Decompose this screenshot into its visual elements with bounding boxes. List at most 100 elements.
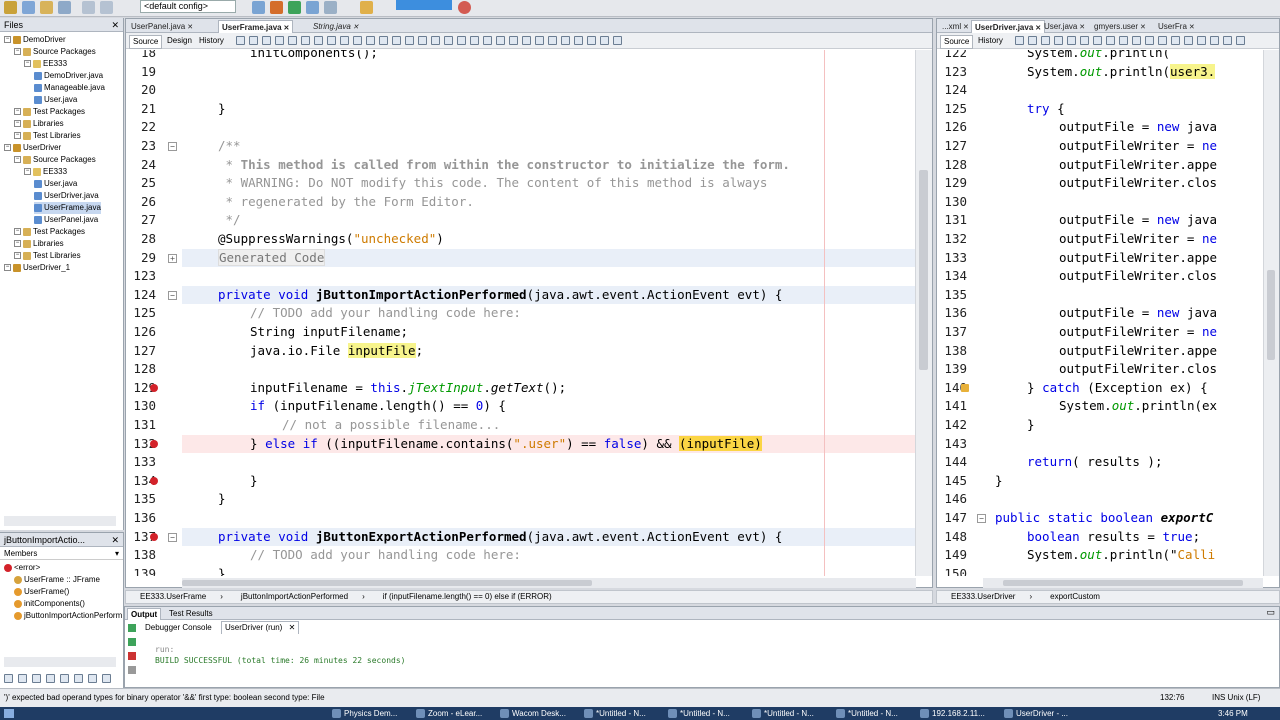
- close-icon[interactable]: ✕: [1187, 24, 1195, 31]
- tree-node[interactable]: − UserDriver: [4, 142, 61, 154]
- code-line[interactable]: outputFileWriter.clos: [1059, 267, 1217, 286]
- tree-node[interactable]: User.java: [34, 94, 77, 106]
- editor-tab[interactable]: gmyers.user ✕: [1091, 20, 1149, 33]
- history-tab[interactable]: History: [975, 35, 1006, 47]
- toolbar-action-icon[interactable]: [249, 36, 258, 45]
- files-tab[interactable]: Files ✕: [0, 18, 123, 32]
- code-line[interactable]: */: [218, 211, 241, 230]
- close-icon[interactable]: ✕: [1077, 24, 1085, 31]
- toolbar-action-icon[interactable]: [1236, 36, 1245, 45]
- toolbar-action-icon[interactable]: [1210, 36, 1219, 45]
- breadcrumb-item[interactable]: EE333.UserFrame: [126, 592, 206, 601]
- expand-toggle-icon[interactable]: −: [14, 120, 21, 128]
- horizontal-scrollbar[interactable]: [4, 516, 116, 526]
- scrollbar-thumb[interactable]: [1003, 580, 1243, 586]
- profile-icon[interactable]: [324, 1, 337, 14]
- new-project-icon[interactable]: [4, 1, 17, 14]
- toolbar-action-icon[interactable]: [314, 36, 323, 45]
- tree-node[interactable]: − Test Packages: [14, 226, 85, 238]
- tree-node[interactable]: Manageable.java: [34, 82, 105, 94]
- close-icon[interactable]: ✕: [351, 24, 359, 31]
- tree-node[interactable]: DemoDriver.java: [34, 70, 103, 82]
- toolbar-action-icon[interactable]: [1067, 36, 1076, 45]
- expand-toggle-icon[interactable]: −: [24, 168, 31, 176]
- close-icon[interactable]: ✕: [282, 25, 290, 32]
- navigator-tab[interactable]: jButtonImportActio... ✕: [0, 533, 123, 547]
- code-line[interactable]: if (inputFilename.length() == 0) {: [250, 397, 506, 416]
- close-icon[interactable]: ✕: [111, 533, 119, 547]
- close-icon[interactable]: ✕: [961, 24, 969, 31]
- toolbar-action-icon[interactable]: [561, 36, 570, 45]
- tree-node[interactable]: UserPanel.java: [34, 214, 98, 226]
- taskbar-item[interactable]: 192.168.2.11...: [918, 707, 985, 720]
- toolbar-action-icon[interactable]: [1119, 36, 1128, 45]
- toolbar-action-icon[interactable]: [1132, 36, 1141, 45]
- toolbar-action-icon[interactable]: [1028, 36, 1037, 45]
- code-line[interactable]: }: [1027, 416, 1035, 435]
- code-line[interactable]: initComponents();: [250, 50, 378, 63]
- code-line[interactable]: outputFile = new java: [1059, 304, 1217, 323]
- code-line[interactable]: }: [218, 565, 226, 576]
- fold-toggle-icon[interactable]: −: [168, 290, 177, 300]
- source-tab[interactable]: Source: [129, 35, 163, 49]
- member-item[interactable]: UserFrame :: JFrame: [14, 574, 100, 586]
- tree-node[interactable]: − Test Libraries: [14, 250, 81, 262]
- scrollbar-thumb[interactable]: [919, 170, 928, 370]
- debug-icon[interactable]: [306, 1, 319, 14]
- expand-toggle-icon[interactable]: −: [14, 252, 21, 260]
- code-line[interactable]: private void jButtonExportActionPerforme…: [218, 528, 782, 547]
- settings-icon[interactable]: [128, 666, 136, 674]
- filter-icon[interactable]: [60, 674, 69, 683]
- vertical-scrollbar[interactable]: [1263, 50, 1279, 576]
- toolbar-action-icon[interactable]: [431, 36, 440, 45]
- taskbar-item[interactable]: *Untitled - N...: [750, 707, 814, 720]
- code-line[interactable]: System.out.println(: [1027, 50, 1170, 63]
- code-line[interactable]: outputFileWriter.clos: [1059, 174, 1217, 193]
- code-line[interactable]: outputFileWriter = ne: [1059, 137, 1217, 156]
- toolbar-action-icon[interactable]: [470, 36, 479, 45]
- expand-toggle-icon[interactable]: −: [24, 60, 31, 68]
- design-tab[interactable]: Design: [164, 35, 195, 47]
- code-line[interactable]: outputFileWriter.appe: [1059, 156, 1217, 175]
- filter-icon[interactable]: [32, 674, 41, 683]
- toolbar-action-icon[interactable]: [327, 36, 336, 45]
- filter-icon[interactable]: [88, 674, 97, 683]
- output-tab[interactable]: Output: [127, 608, 162, 620]
- code-line[interactable]: Generated Code: [218, 248, 326, 268]
- code-line[interactable]: @SuppressWarnings("unchecked"): [218, 230, 444, 249]
- code-line[interactable]: private void jButtonImportActionPerforme…: [218, 286, 782, 305]
- fold-toggle-icon[interactable]: −: [168, 142, 177, 151]
- code-line[interactable]: }: [250, 472, 258, 491]
- code-line[interactable]: outputFile = new java: [1059, 118, 1217, 137]
- toolbar-action-icon[interactable]: [1054, 36, 1063, 45]
- fold-toggle-icon[interactable]: −: [168, 532, 177, 542]
- close-icon[interactable]: ✕: [1138, 24, 1146, 31]
- tree-node[interactable]: − Test Packages: [14, 106, 85, 118]
- tree-node[interactable]: − EE333: [24, 166, 67, 178]
- source-tab[interactable]: Source: [940, 35, 974, 49]
- stop-icon[interactable]: [128, 652, 136, 660]
- code-line[interactable]: outputFileWriter.appe: [1059, 342, 1217, 361]
- scrollbar-thumb[interactable]: [182, 580, 592, 586]
- toolbar-action-icon[interactable]: [457, 36, 466, 45]
- rerun-icon[interactable]: [128, 624, 136, 632]
- run-output-tab[interactable]: UserDriver (run) ✕: [221, 621, 300, 634]
- code-line[interactable]: // not a possible filename...: [282, 416, 500, 435]
- new-file-icon[interactable]: [22, 1, 35, 14]
- fold-toggle-icon[interactable]: +: [168, 253, 177, 263]
- tree-node[interactable]: UserDriver.java: [34, 190, 99, 202]
- toolbar-action-icon[interactable]: [1158, 36, 1167, 45]
- code-line[interactable]: try {: [1027, 100, 1065, 119]
- toolbar-action-icon[interactable]: [1080, 36, 1089, 45]
- scrollbar-thumb[interactable]: [1267, 270, 1275, 360]
- tree-node[interactable]: UserFrame.java: [34, 202, 101, 214]
- toolbar-action-icon[interactable]: [600, 36, 609, 45]
- filter-icon[interactable]: [46, 674, 55, 683]
- undo-icon[interactable]: [82, 1, 95, 14]
- code-line[interactable]: }: [218, 490, 226, 509]
- history-tab[interactable]: History: [196, 35, 227, 47]
- code-line[interactable]: return( results );: [1027, 453, 1162, 472]
- code-line[interactable]: } else if ((inputFilename.contains(".use…: [250, 435, 762, 454]
- save-all-icon[interactable]: [58, 1, 71, 14]
- code-line[interactable]: /**: [218, 137, 241, 156]
